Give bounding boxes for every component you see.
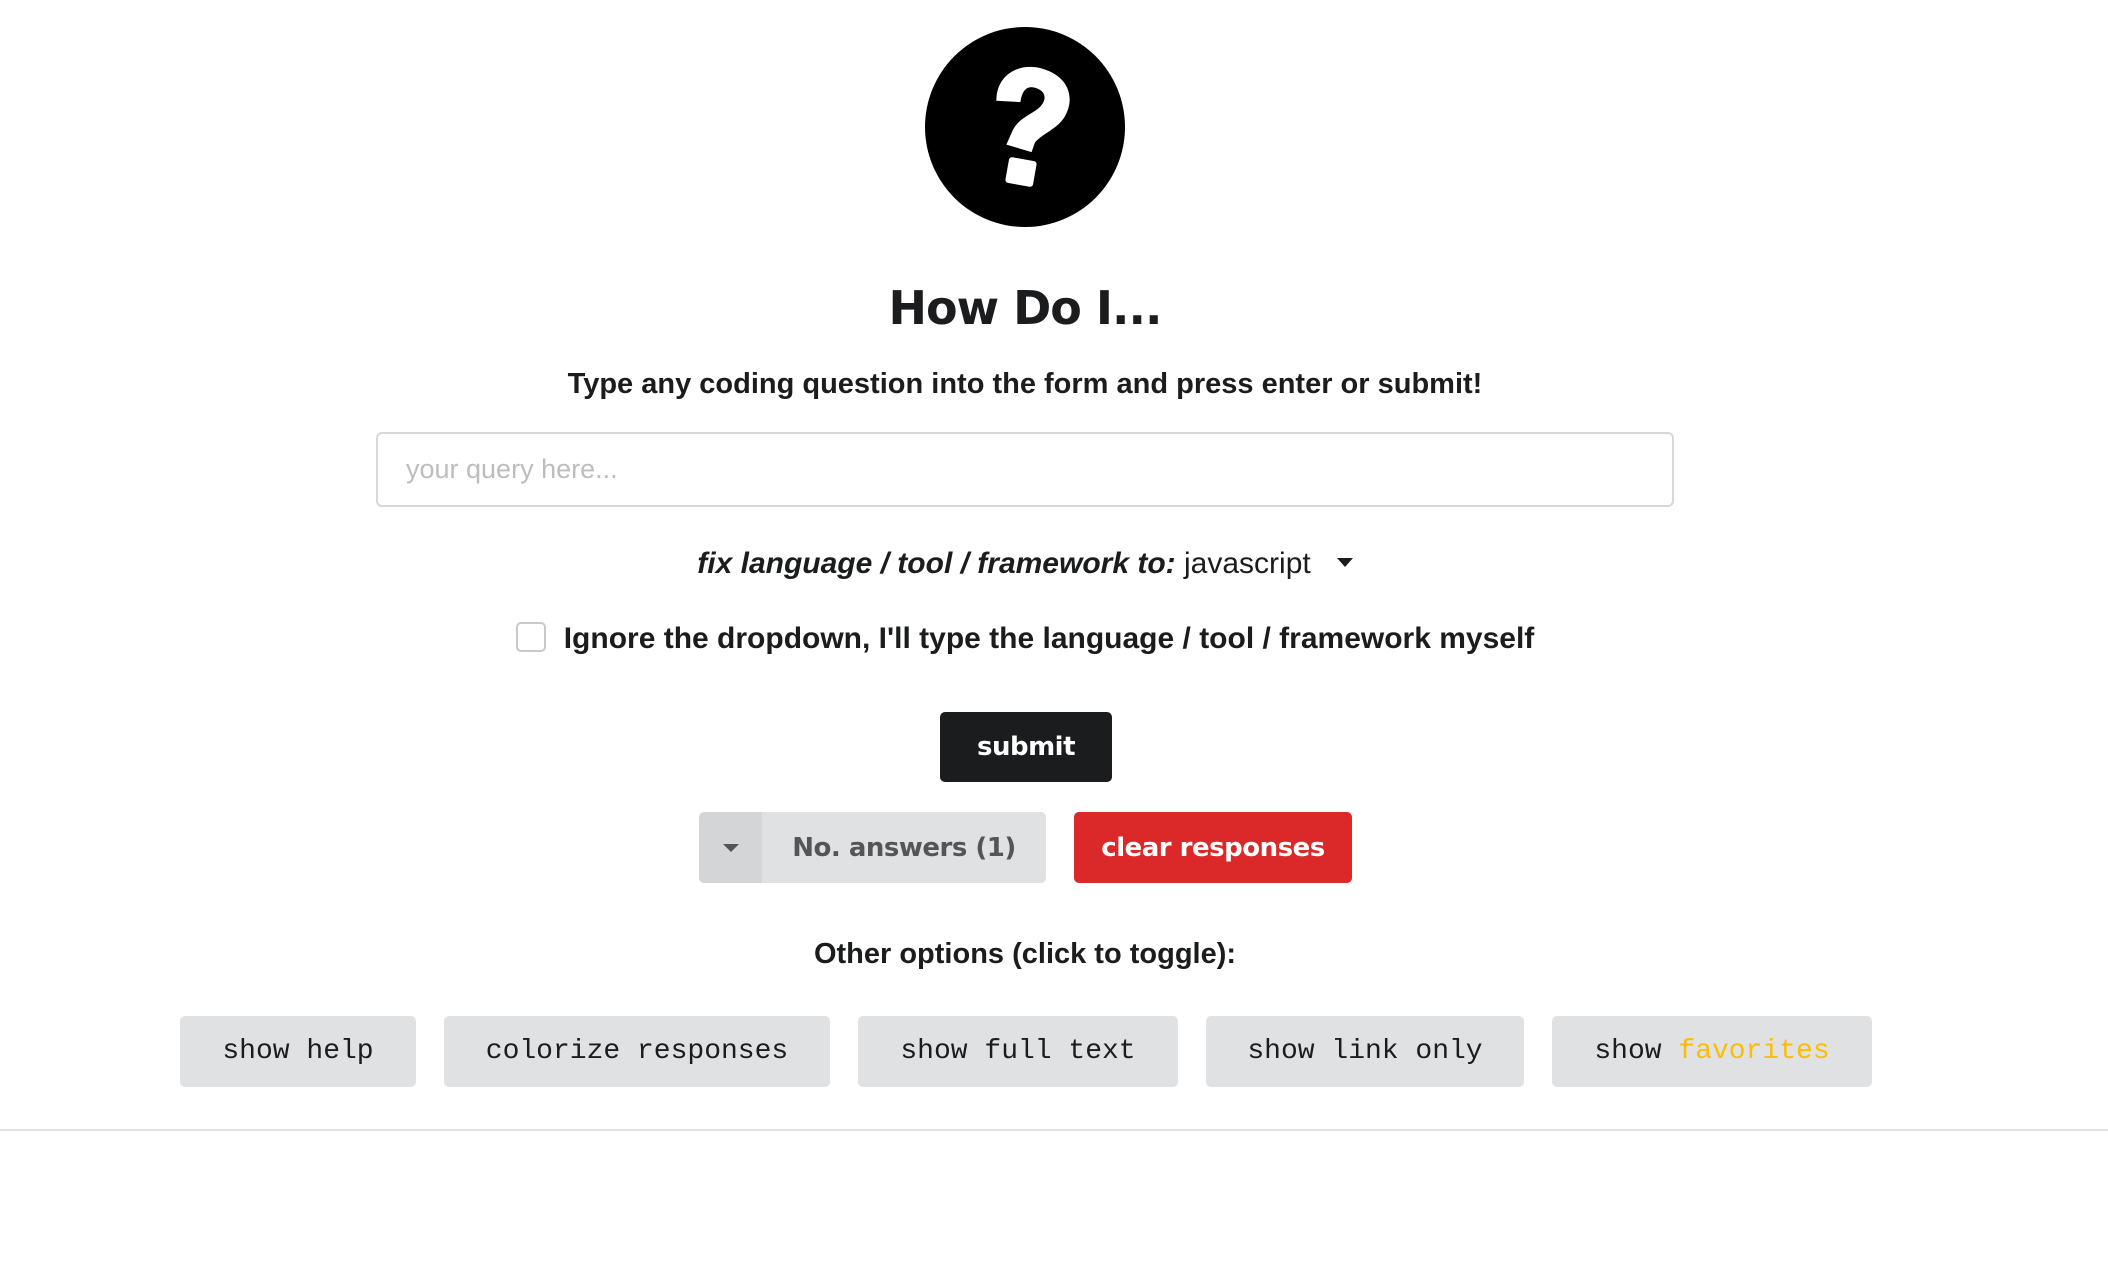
ignore-dropdown-row: Ignore the dropdown, I'll type the langu… — [0, 618, 2050, 660]
page-subtitle: Type any coding question into the form a… — [567, 368, 1483, 400]
show-link-only-button[interactable]: show link only — [1206, 1016, 1524, 1087]
question-logo-icon — [925, 27, 1125, 227]
favorites-label: favorites — [1678, 1036, 1830, 1067]
colorize-responses-button[interactable]: colorize responses — [444, 1016, 830, 1087]
show-favorites-prefix: show — [1594, 1036, 1679, 1067]
ignore-dropdown-label[interactable]: Ignore the dropdown, I'll type the langu… — [564, 622, 1535, 655]
divider — [0, 1129, 2108, 1131]
answers-count-label[interactable]: No. answers (1) — [762, 812, 1046, 883]
caret-down-icon — [722, 843, 739, 852]
show-favorites-button[interactable]: show favorites — [1552, 1016, 1872, 1087]
page-title: How Do I... — [888, 281, 1163, 335]
other-options-heading: Other options (click to toggle): — [813, 938, 1237, 970]
language-dropdown-value: javascript — [1184, 547, 1311, 580]
caret-down-icon — [1336, 557, 1353, 567]
search-input[interactable] — [376, 432, 1674, 507]
ignore-dropdown-checkbox[interactable] — [515, 622, 546, 653]
answers-count-dropdown: No. answers (1) — [699, 812, 1046, 883]
clear-responses-button[interactable]: clear responses — [1074, 812, 1352, 883]
submit-button[interactable]: submit — [940, 712, 1112, 782]
language-dropdown[interactable]: javascript — [1184, 543, 1353, 585]
answers-dropdown-toggle[interactable] — [699, 812, 762, 883]
language-selector-label: fix language / tool / framework to: — [697, 547, 1176, 580]
show-full-text-button[interactable]: show full text — [858, 1016, 1178, 1087]
language-selector-row: fix language / tool / framework to: java… — [0, 543, 2050, 585]
show-help-button[interactable]: show help — [180, 1016, 416, 1087]
